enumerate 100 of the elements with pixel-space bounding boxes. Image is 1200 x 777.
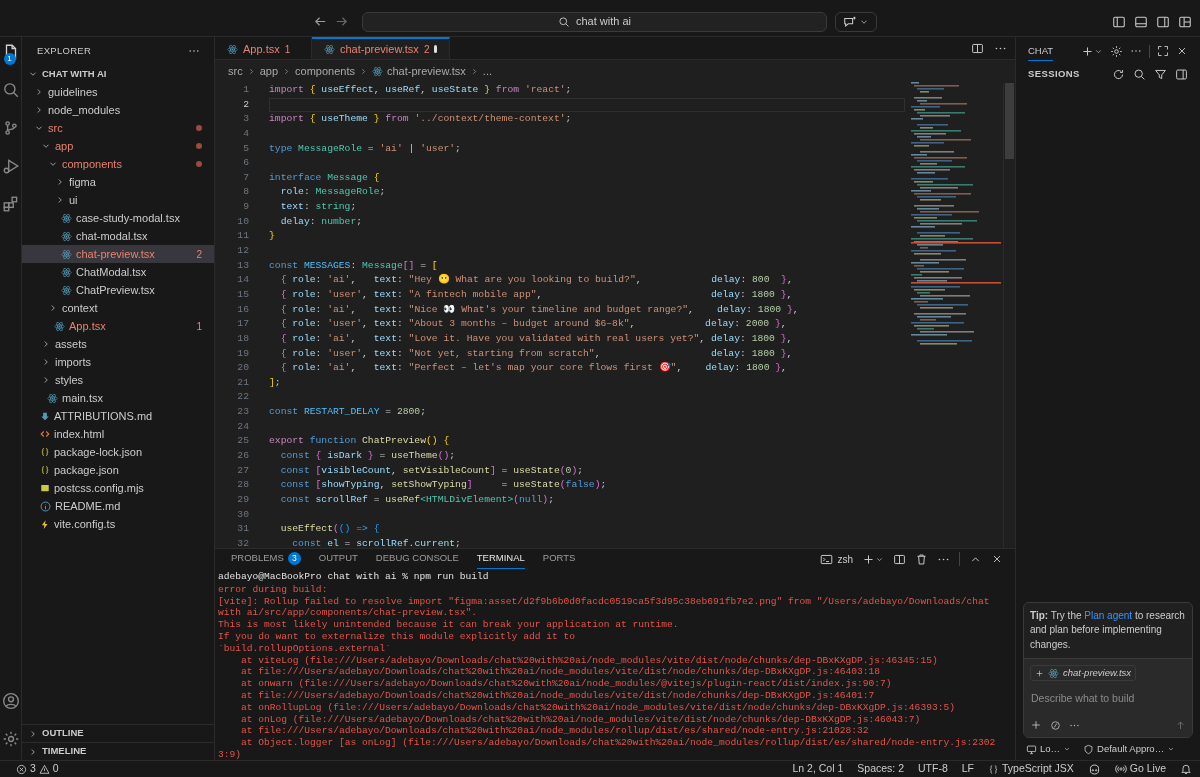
split-icon[interactable] <box>893 552 906 566</box>
explorer-item[interactable]: postcss.config.mjs <box>22 479 214 497</box>
explorer-item[interactable]: ATTRIBUTIONS.md <box>22 407 214 425</box>
split-editor-icon[interactable] <box>971 41 984 55</box>
panel-tab[interactable]: OUTPUT <box>318 549 358 569</box>
context-chip[interactable]: chat-preview.tsx <box>1030 665 1137 682</box>
scrollbar-thumb[interactable] <box>1005 83 1014 159</box>
search-icon[interactable] <box>1133 67 1146 81</box>
code-line: { role: 'ai', text: "Nice 👀 What's your timeline and budget range?", delay: 1800 }, <box>279 302 800 317</box>
sidebar-left-icon[interactable] <box>1112 14 1126 29</box>
sidebar-icon[interactable] <box>1175 67 1188 81</box>
line-number: 28 <box>236 478 249 493</box>
explorer-item[interactable]: chat-modal.tsx <box>22 227 214 245</box>
breadcrumb-item[interactable]: components <box>295 62 355 80</box>
explorer-item[interactable]: context <box>22 299 214 317</box>
explorer-item[interactable]: README.md <box>22 497 214 515</box>
trash-icon[interactable] <box>915 552 928 566</box>
explorer-item[interactable]: figma <box>22 173 214 191</box>
explorer-item[interactable]: chat-preview.tsx 2 <box>22 245 214 263</box>
explorer-item[interactable]: App.tsx 1 <box>22 317 214 335</box>
tools-icon[interactable] <box>1050 719 1061 731</box>
code-line: const scrollRef = useRef<HTMLDivElement>(null); <box>279 492 555 507</box>
run-debug-icon[interactable] <box>1 157 20 175</box>
explorer-item[interactable]: ChatPreview.tsx <box>22 281 214 299</box>
line-number: 24 <box>236 419 249 434</box>
explorer-item[interactable]: app <box>22 137 214 155</box>
panel-tab[interactable]: TERMINAL <box>476 549 525 569</box>
settings-icon[interactable] <box>1110 44 1123 58</box>
breadcrumb-item[interactable]: app <box>259 62 279 80</box>
breadcrumb-item[interactable]: src <box>228 62 243 80</box>
panel-tab[interactable]: PROBLEMS 3 <box>231 549 301 569</box>
close-icon[interactable] <box>1176 45 1188 57</box>
maximize-icon[interactable] <box>1157 45 1169 57</box>
robot-icon[interactable] <box>1087 762 1101 776</box>
breadcrumb-item[interactable]: ... <box>482 62 492 80</box>
extensions-icon[interactable] <box>1 195 20 213</box>
explorer-item[interactable]: styles <box>22 371 214 389</box>
line-ending-status[interactable]: LF <box>961 761 975 777</box>
chat-tab[interactable]: CHAT <box>1028 40 1054 62</box>
filter-icon[interactable] <box>1154 67 1167 81</box>
bell-icon[interactable] <box>1180 763 1192 775</box>
code-line: { role: 'ai', text: "Hey 😶 What are you looking to build?", delay: 800 }, <box>279 273 794 288</box>
search-field[interactable]: chat with ai <box>362 11 827 32</box>
explorer-item[interactable]: case-study-modal.tsx <box>22 209 214 227</box>
send-icon[interactable] <box>1175 719 1186 731</box>
panel-bottom-icon[interactable] <box>1134 14 1148 29</box>
go-live-button[interactable]: Go Live <box>1114 761 1166 777</box>
explorer-item[interactable]: node_modules <box>22 101 214 119</box>
panel-tab[interactable]: PORTS <box>542 549 576 569</box>
language-mode[interactable]: TypeScript JSX <box>988 761 1074 777</box>
plus-icon[interactable] <box>1081 44 1094 58</box>
line-number: 25 <box>236 434 249 449</box>
panel-tab[interactable]: DEBUG CONSOLE <box>375 549 459 569</box>
code-line: export function ChatPreview() { <box>269 434 451 449</box>
editor-tab[interactable]: chat-preview.tsx 2 <box>312 37 450 59</box>
cursor-position[interactable]: Ln 2, Col 1 <box>792 761 844 777</box>
code-line: { role: 'ai', text: "Perfect – let's map your core flows first 🎯", delay: 1800 }, <box>279 361 788 376</box>
section-title: SESSIONS <box>1028 66 1080 81</box>
explorer-item[interactable]: index.html <box>22 425 214 443</box>
terminal-line: `build.rollupOptions.external` <box>218 642 391 655</box>
explorer-item[interactable]: ui <box>22 191 214 209</box>
explorer-item[interactable]: imports <box>22 353 214 371</box>
indentation-status[interactable]: Spaces: 2 <box>857 761 904 777</box>
explorer-item[interactable]: assets <box>22 335 214 353</box>
add-icon[interactable] <box>1030 719 1042 731</box>
explorer-item[interactable]: main.tsx <box>22 389 214 407</box>
line-number: 21 <box>236 375 249 390</box>
terminal-line: This is most likely unintended because it can break your application at runtime. <box>218 619 679 631</box>
explorer-item[interactable]: guidelines <box>22 83 214 101</box>
explorer-item[interactable]: package-lock.json <box>22 443 214 461</box>
section-header[interactable]: OUTLINE <box>22 724 214 742</box>
close-icon[interactable] <box>991 553 1003 565</box>
terminal-selector[interactable]: zsh <box>820 551 853 567</box>
chat-input[interactable]: Describe what to build <box>1030 691 1186 707</box>
explorer-item[interactable]: ChatModal.tsx <box>22 263 214 281</box>
account-icon[interactable] <box>1 692 20 710</box>
chat-menu-button[interactable] <box>835 11 877 32</box>
breadcrumb-item[interactable]: chat-preview.tsx <box>371 62 466 80</box>
layout-icon[interactable] <box>1178 14 1192 29</box>
chevron-right-icon <box>282 66 292 76</box>
refresh-icon[interactable] <box>1112 67 1125 81</box>
plan-agent-link[interactable]: Plan agent <box>1084 609 1133 621</box>
explorer-item[interactable]: src <box>22 119 214 137</box>
explorer-item[interactable]: package.json <box>22 461 214 479</box>
problems-status[interactable]: 3 0 <box>16 761 59 777</box>
terminal-line: adebayo@MacBookPro chat with ai % npm run build <box>218 571 489 583</box>
approval-picker[interactable]: Default Appro… <box>1083 741 1176 757</box>
target-picker[interactable]: Lo… <box>1026 741 1072 757</box>
code-line: { role: 'user', text: "Not yet, starting from scratch", delay: 1800 }, <box>279 346 794 361</box>
sidebar-right-icon[interactable] <box>1156 14 1170 29</box>
code-line: const MESSAGES: Message[] = [ <box>269 258 439 273</box>
settings-icon[interactable] <box>1 730 20 748</box>
search-icon[interactable] <box>1 81 20 99</box>
plus-icon[interactable] <box>862 552 875 566</box>
explorer-item[interactable]: components <box>22 155 214 173</box>
encoding-status[interactable]: UTF-8 <box>918 761 948 777</box>
explorer-item[interactable]: vite.config.ts <box>22 515 214 533</box>
folder-header[interactable]: CHAT WITH AI <box>22 65 214 83</box>
broadcast-icon <box>1114 763 1127 775</box>
chevron-down-icon <box>1167 745 1176 753</box>
